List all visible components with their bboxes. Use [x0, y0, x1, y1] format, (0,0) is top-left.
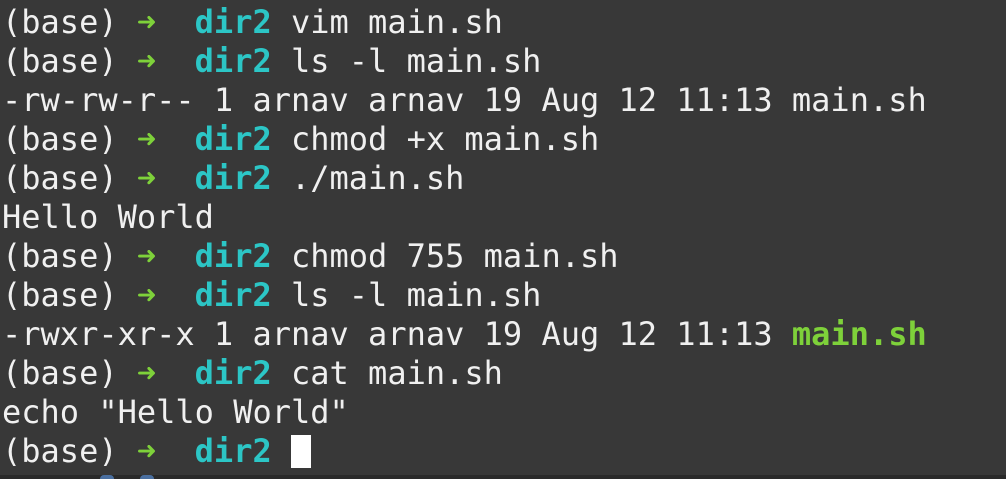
- prompt-env: (base): [2, 237, 118, 275]
- prompt-line: (base) ➜ dir2 ls -l main.sh: [2, 42, 1006, 81]
- prompt-line: (base) ➜ dir2: [2, 432, 1006, 471]
- output-line: -rw-rw-r-- 1 arnav arnav 19 Aug 12 11:13…: [2, 81, 1006, 120]
- prompt-directory: dir2: [194, 276, 272, 314]
- prompt-directory: dir2: [194, 120, 272, 158]
- prompt-env: (base): [2, 432, 118, 470]
- prompt-arrow-icon: ➜: [136, 159, 157, 197]
- prompt-line: (base) ➜ dir2 vim main.sh: [2, 3, 1006, 42]
- command-text: cat main.sh: [290, 354, 503, 392]
- output-line: echo "Hello World": [2, 393, 1006, 432]
- terminal-output: (base) ➜ dir2 vim main.sh (base) ➜ dir2 l…: [2, 3, 1006, 471]
- prompt-directory: dir2: [194, 354, 272, 392]
- text-cursor: [290, 435, 311, 468]
- command-text: ls -l main.sh: [290, 276, 542, 314]
- output-text: Hello World: [2, 198, 214, 236]
- prompt-directory: dir2: [194, 432, 272, 470]
- command-text: vim main.sh: [290, 3, 503, 41]
- prompt-env: (base): [2, 276, 118, 314]
- prompt-arrow-icon: ➜: [136, 120, 157, 158]
- prompt-env: (base): [2, 120, 118, 158]
- prompt-line: (base) ➜ dir2 ./main.sh: [2, 159, 1006, 198]
- prompt-arrow-icon: ➜: [136, 354, 157, 392]
- taskbar-strip: [0, 475, 1006, 479]
- prompt-line: (base) ➜ dir2 ls -l main.sh: [2, 276, 1006, 315]
- command-text: ./main.sh: [290, 159, 465, 197]
- prompt-arrow-icon: ➜: [136, 237, 157, 275]
- prompt-directory: dir2: [194, 237, 272, 275]
- prompt-env: (base): [2, 159, 118, 197]
- prompt-arrow-icon: ➜: [136, 3, 157, 41]
- output-line: Hello World: [2, 198, 1006, 237]
- taskbar-icon: [140, 475, 154, 479]
- prompt-directory: dir2: [194, 42, 272, 80]
- prompt-env: (base): [2, 354, 118, 392]
- command-text: chmod 755 main.sh: [290, 237, 619, 275]
- prompt-line: (base) ➜ dir2 chmod 755 main.sh: [2, 237, 1006, 276]
- prompt-line: (base) ➜ dir2 chmod +x main.sh: [2, 120, 1006, 159]
- terminal-window[interactable]: (base) ➜ dir2 vim main.sh (base) ➜ dir2 l…: [0, 0, 1006, 479]
- output-text: -rw-rw-r-- 1 arnav arnav 19 Aug 12 11:13…: [2, 81, 927, 119]
- prompt-env: (base): [2, 3, 118, 41]
- prompt-env: (base): [2, 42, 118, 80]
- command-text: chmod +x main.sh: [290, 120, 600, 158]
- prompt-directory: dir2: [194, 3, 272, 41]
- prompt-arrow-icon: ➜: [136, 432, 157, 470]
- prompt-directory: dir2: [194, 159, 272, 197]
- taskbar-icon: [100, 475, 114, 479]
- prompt-line: (base) ➜ dir2 cat main.sh: [2, 354, 1006, 393]
- prompt-arrow-icon: ➜: [136, 276, 157, 314]
- executable-filename: main.sh: [791, 315, 927, 353]
- prompt-arrow-icon: ➜: [136, 42, 157, 80]
- output-text: -rwxr-xr-x 1 arnav arnav 19 Aug 12 11:13: [2, 315, 792, 353]
- command-text: ls -l main.sh: [290, 42, 542, 80]
- output-line: -rwxr-xr-x 1 arnav arnav 19 Aug 12 11:13…: [2, 315, 1006, 354]
- output-text: echo "Hello World": [2, 393, 349, 431]
